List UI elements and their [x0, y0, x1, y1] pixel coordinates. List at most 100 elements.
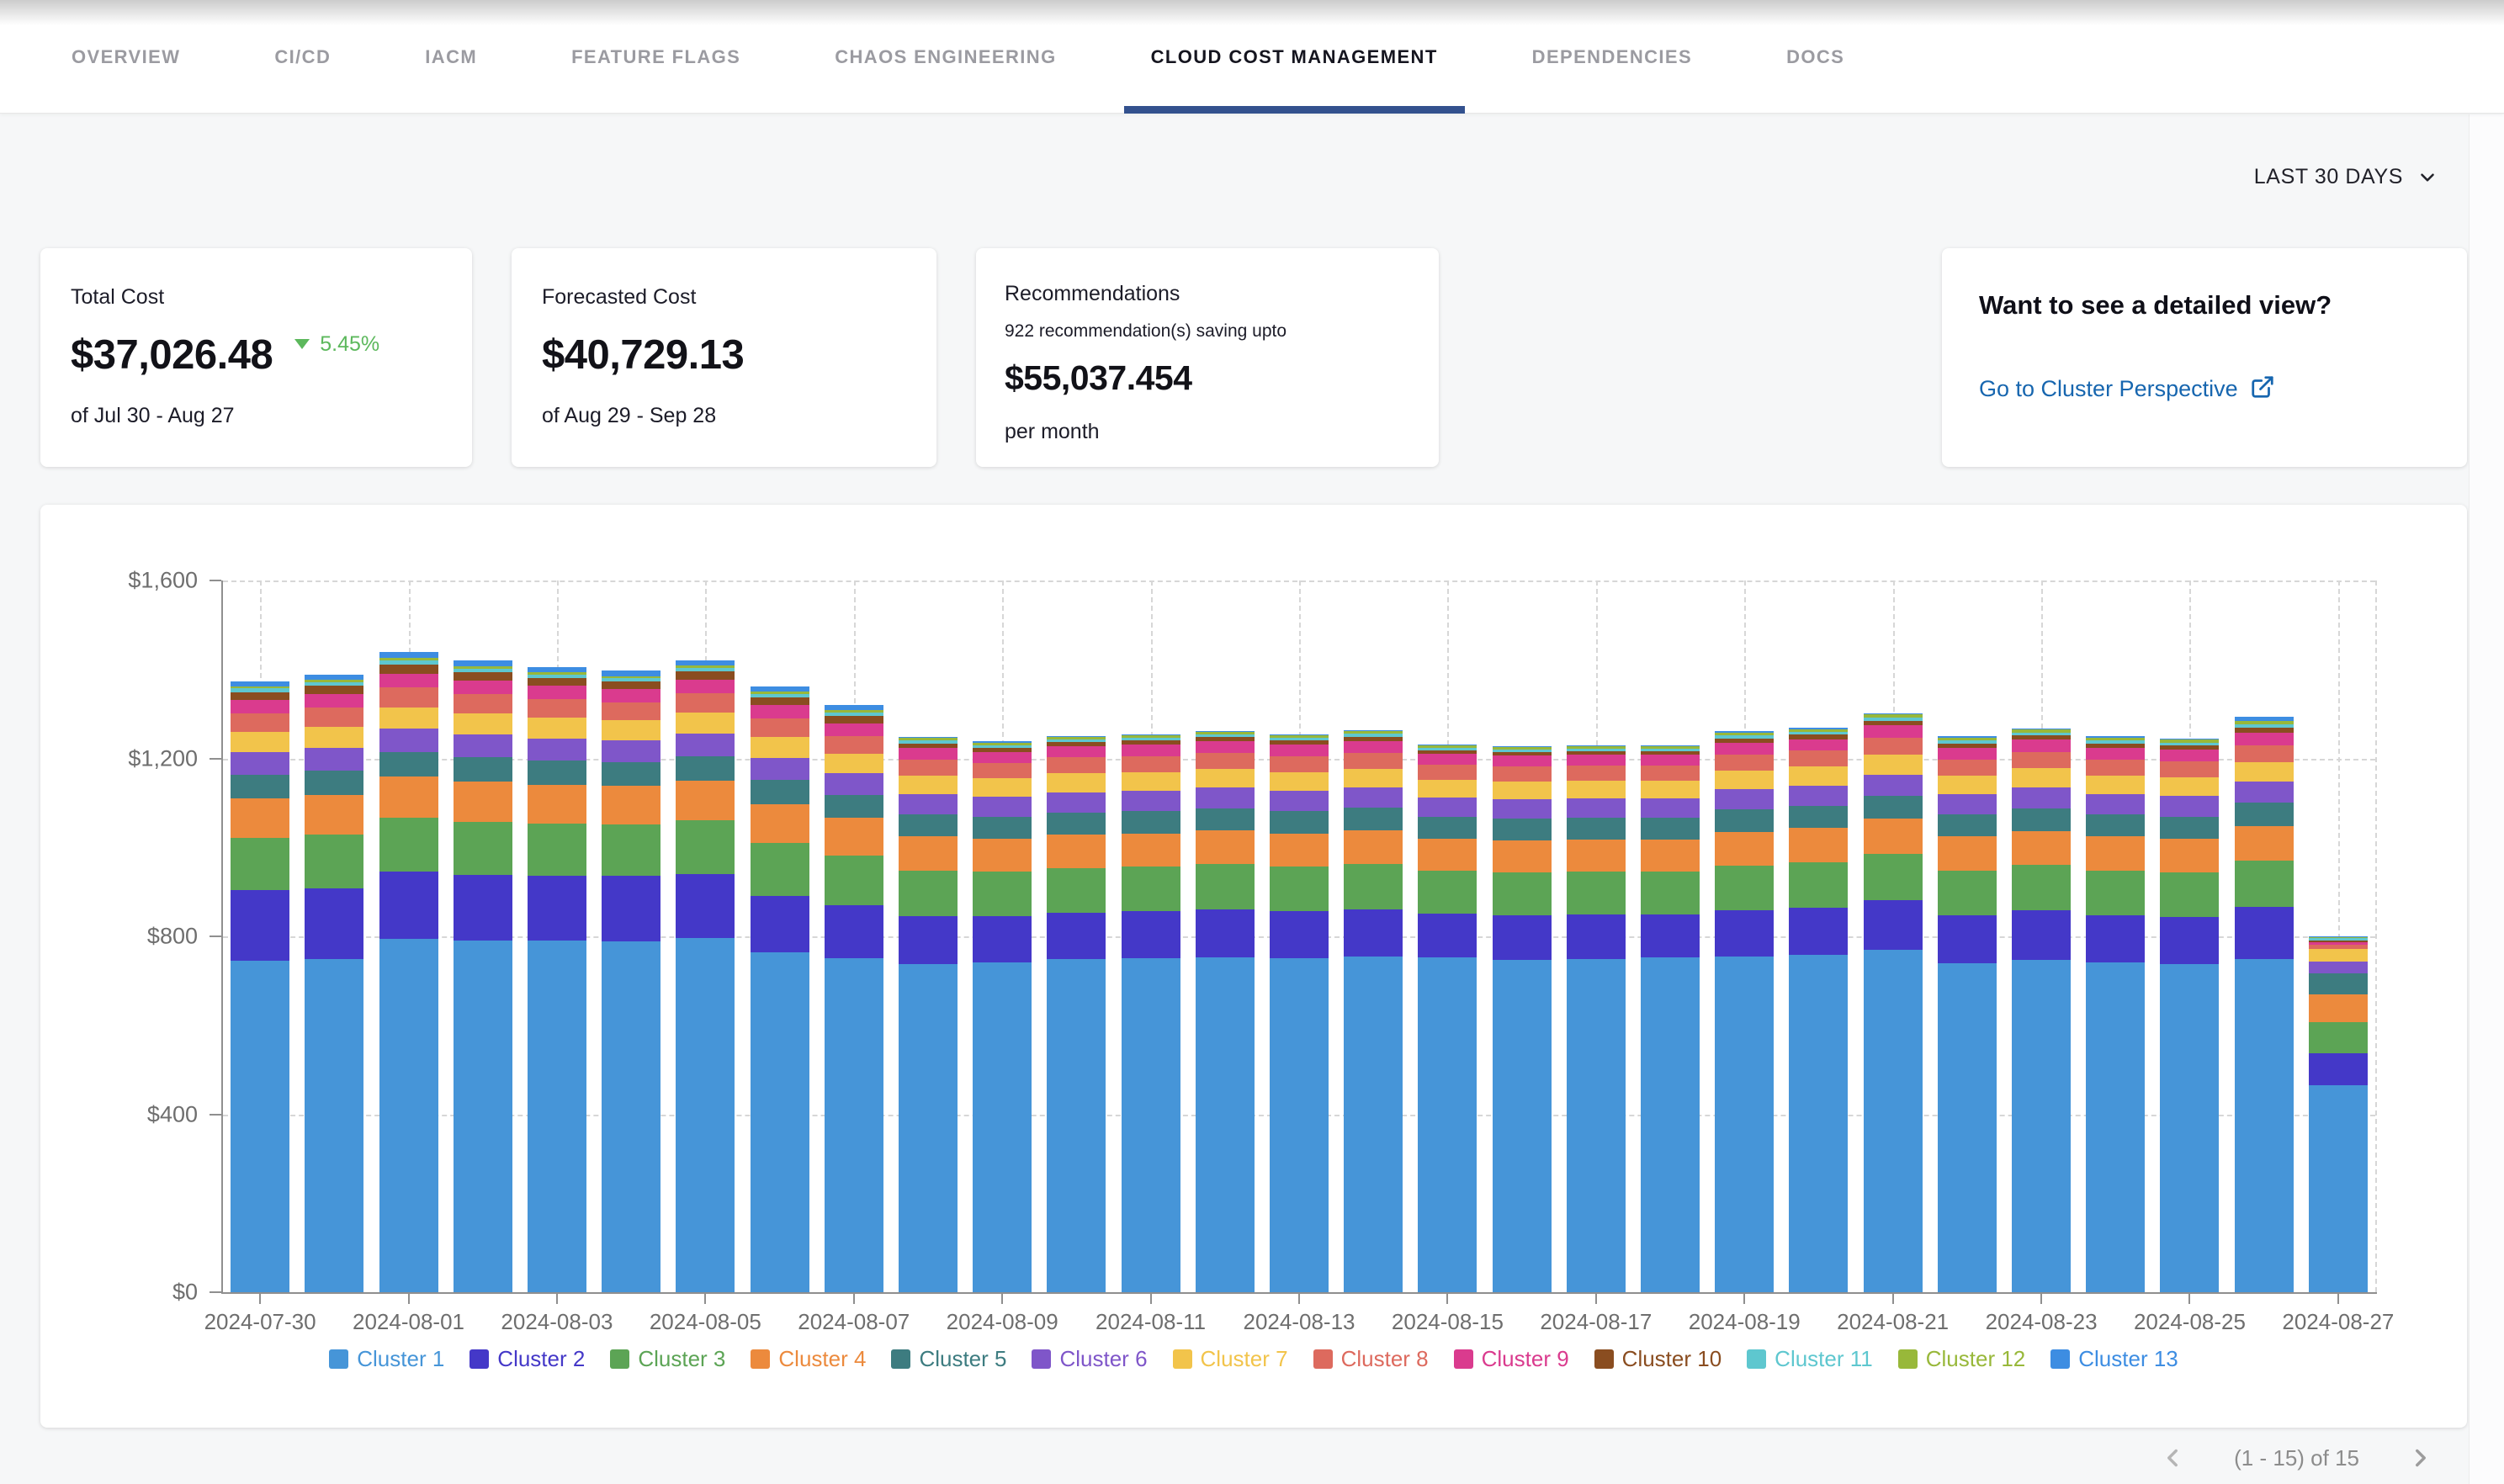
recommendations-value: $55,037.454 — [1005, 358, 1410, 398]
tab-cloud-cost-management[interactable]: CLOUD COST MANAGEMENT — [1151, 0, 1438, 114]
legend-swatch — [1747, 1349, 1766, 1369]
legend-item-cluster-5[interactable]: Cluster 5 — [891, 1346, 1006, 1372]
external-link-icon — [2250, 374, 2275, 404]
bar-segment-cluster-5 — [2012, 808, 2071, 831]
bar-2024-08-12[interactable] — [1196, 731, 1255, 1292]
scrollbar-gutter[interactable] — [2469, 114, 2504, 1484]
legend-item-cluster-6[interactable]: Cluster 6 — [1032, 1346, 1147, 1372]
bar-2024-08-17[interactable] — [1567, 745, 1626, 1292]
bar-segment-cluster-2 — [2235, 907, 2294, 959]
bar-segment-cluster-10 — [454, 672, 512, 681]
legend-item-cluster-9[interactable]: Cluster 9 — [1454, 1346, 1569, 1372]
bar-segment-cluster-13 — [454, 660, 512, 666]
bar-2024-08-14[interactable] — [1344, 730, 1403, 1292]
bar-2024-08-09[interactable] — [973, 741, 1032, 1292]
tab-dependencies[interactable]: DEPENDENCIES — [1532, 0, 1692, 114]
bar-segment-cluster-5 — [899, 814, 958, 836]
bar-2024-08-16[interactable] — [1493, 746, 1552, 1292]
bar-segment-cluster-2 — [1270, 911, 1329, 958]
bar-segment-cluster-2 — [305, 888, 363, 960]
bar-segment-cluster-2 — [1196, 909, 1255, 957]
bar-2024-08-01[interactable] — [379, 652, 438, 1292]
bar-segment-cluster-2 — [1493, 915, 1552, 960]
bar-segment-cluster-6 — [305, 748, 363, 771]
bar-segment-cluster-7 — [676, 713, 735, 734]
legend-item-cluster-8[interactable]: Cluster 8 — [1313, 1346, 1429, 1372]
legend-swatch — [1898, 1349, 1918, 1369]
bar-segment-cluster-7 — [379, 708, 438, 729]
legend-item-cluster-1[interactable]: Cluster 1 — [329, 1346, 444, 1372]
tab-feature-flags[interactable]: FEATURE FLAGS — [571, 0, 740, 114]
tab-docs[interactable]: DOCS — [1786, 0, 1844, 114]
bar-segment-cluster-3 — [676, 820, 735, 873]
tab-ci-cd[interactable]: CI/CD — [274, 0, 331, 114]
bar-segment-cluster-7 — [231, 732, 289, 752]
bar-2024-08-07[interactable] — [825, 705, 883, 1292]
bar-2024-08-06[interactable] — [751, 686, 809, 1292]
legend-item-cluster-12[interactable]: Cluster 12 — [1898, 1346, 2026, 1372]
bar-segment-cluster-3 — [1196, 864, 1255, 909]
legend-item-cluster-10[interactable]: Cluster 10 — [1594, 1346, 1722, 1372]
bar-segment-cluster-9 — [2086, 748, 2145, 760]
bar-2024-07-31[interactable] — [305, 675, 363, 1292]
bar-segment-cluster-7 — [1938, 776, 1997, 794]
bar-segment-cluster-7 — [305, 727, 363, 748]
bar-2024-08-08[interactable] — [899, 737, 958, 1292]
legend-label: Cluster 10 — [1622, 1346, 1722, 1372]
legend-item-cluster-4[interactable]: Cluster 4 — [751, 1346, 866, 1372]
bar-segment-cluster-8 — [676, 693, 735, 713]
bar-2024-08-03[interactable] — [528, 667, 586, 1292]
bar-2024-08-21[interactable] — [1864, 713, 1923, 1292]
bar-segment-cluster-5 — [2235, 803, 2294, 826]
bar-2024-08-27[interactable] — [2309, 936, 2368, 1292]
bar-2024-08-11[interactable] — [1122, 734, 1180, 1292]
cluster-perspective-link[interactable]: Go to Cluster Perspective — [1979, 374, 2430, 404]
bar-segment-cluster-3 — [454, 822, 512, 875]
bar-2024-08-24[interactable] — [2086, 736, 2145, 1292]
legend-item-cluster-13[interactable]: Cluster 13 — [2050, 1346, 2178, 1372]
bar-2024-08-20[interactable] — [1789, 728, 1848, 1292]
bar-segment-cluster-6 — [899, 794, 958, 814]
legend-item-cluster-11[interactable]: Cluster 11 — [1747, 1346, 1873, 1372]
bar-segment-cluster-6 — [2160, 796, 2219, 816]
bar-segment-cluster-6 — [676, 734, 735, 756]
bar-2024-08-13[interactable] — [1270, 734, 1329, 1292]
bar-2024-08-19[interactable] — [1715, 731, 1774, 1292]
bar-2024-08-18[interactable] — [1641, 745, 1700, 1292]
bar-segment-cluster-1 — [825, 958, 883, 1292]
time-range-dropdown[interactable]: LAST 30 DAYS — [2254, 165, 2438, 189]
total-cost-change: 5.45% — [320, 332, 379, 357]
bar-2024-08-02[interactable] — [454, 660, 512, 1292]
pagination-next-button[interactable] — [2406, 1444, 2435, 1472]
bar-segment-cluster-2 — [454, 875, 512, 941]
bar-segment-cluster-1 — [1418, 957, 1477, 1292]
bar-segment-cluster-9 — [1715, 743, 1774, 755]
bar-2024-08-15[interactable] — [1418, 745, 1477, 1292]
legend-item-cluster-3[interactable]: Cluster 3 — [610, 1346, 725, 1372]
x-tick — [704, 1294, 706, 1304]
pagination-prev-button[interactable] — [2158, 1444, 2187, 1472]
bar-segment-cluster-6 — [2086, 794, 2145, 814]
bar-2024-08-26[interactable] — [2235, 717, 2294, 1292]
bar-segment-cluster-8 — [899, 760, 958, 776]
bar-segment-cluster-3 — [899, 871, 958, 916]
bar-2024-08-22[interactable] — [1938, 736, 1997, 1292]
bar-2024-08-04[interactable] — [602, 670, 660, 1292]
bar-2024-08-05[interactable] — [676, 660, 735, 1292]
x-tick — [2337, 1294, 2339, 1304]
bar-segment-cluster-3 — [973, 872, 1032, 916]
bar-segment-cluster-8 — [379, 687, 438, 707]
legend-item-cluster-2[interactable]: Cluster 2 — [470, 1346, 585, 1372]
bar-segment-cluster-2 — [973, 916, 1032, 962]
tab-iacm[interactable]: IACM — [425, 0, 477, 114]
bar-segment-cluster-5 — [231, 775, 289, 799]
legend-item-cluster-7[interactable]: Cluster 7 — [1173, 1346, 1288, 1372]
bar-2024-07-30[interactable] — [231, 681, 289, 1293]
tab-chaos-engineering[interactable]: CHAOS ENGINEERING — [835, 0, 1056, 114]
bar-segment-cluster-4 — [528, 785, 586, 824]
bar-2024-08-10[interactable] — [1047, 736, 1106, 1293]
tab-overview[interactable]: OVERVIEW — [72, 0, 180, 114]
bar-2024-08-23[interactable] — [2012, 729, 2071, 1293]
bar-segment-cluster-4 — [751, 804, 809, 844]
bar-2024-08-25[interactable] — [2160, 739, 2219, 1292]
